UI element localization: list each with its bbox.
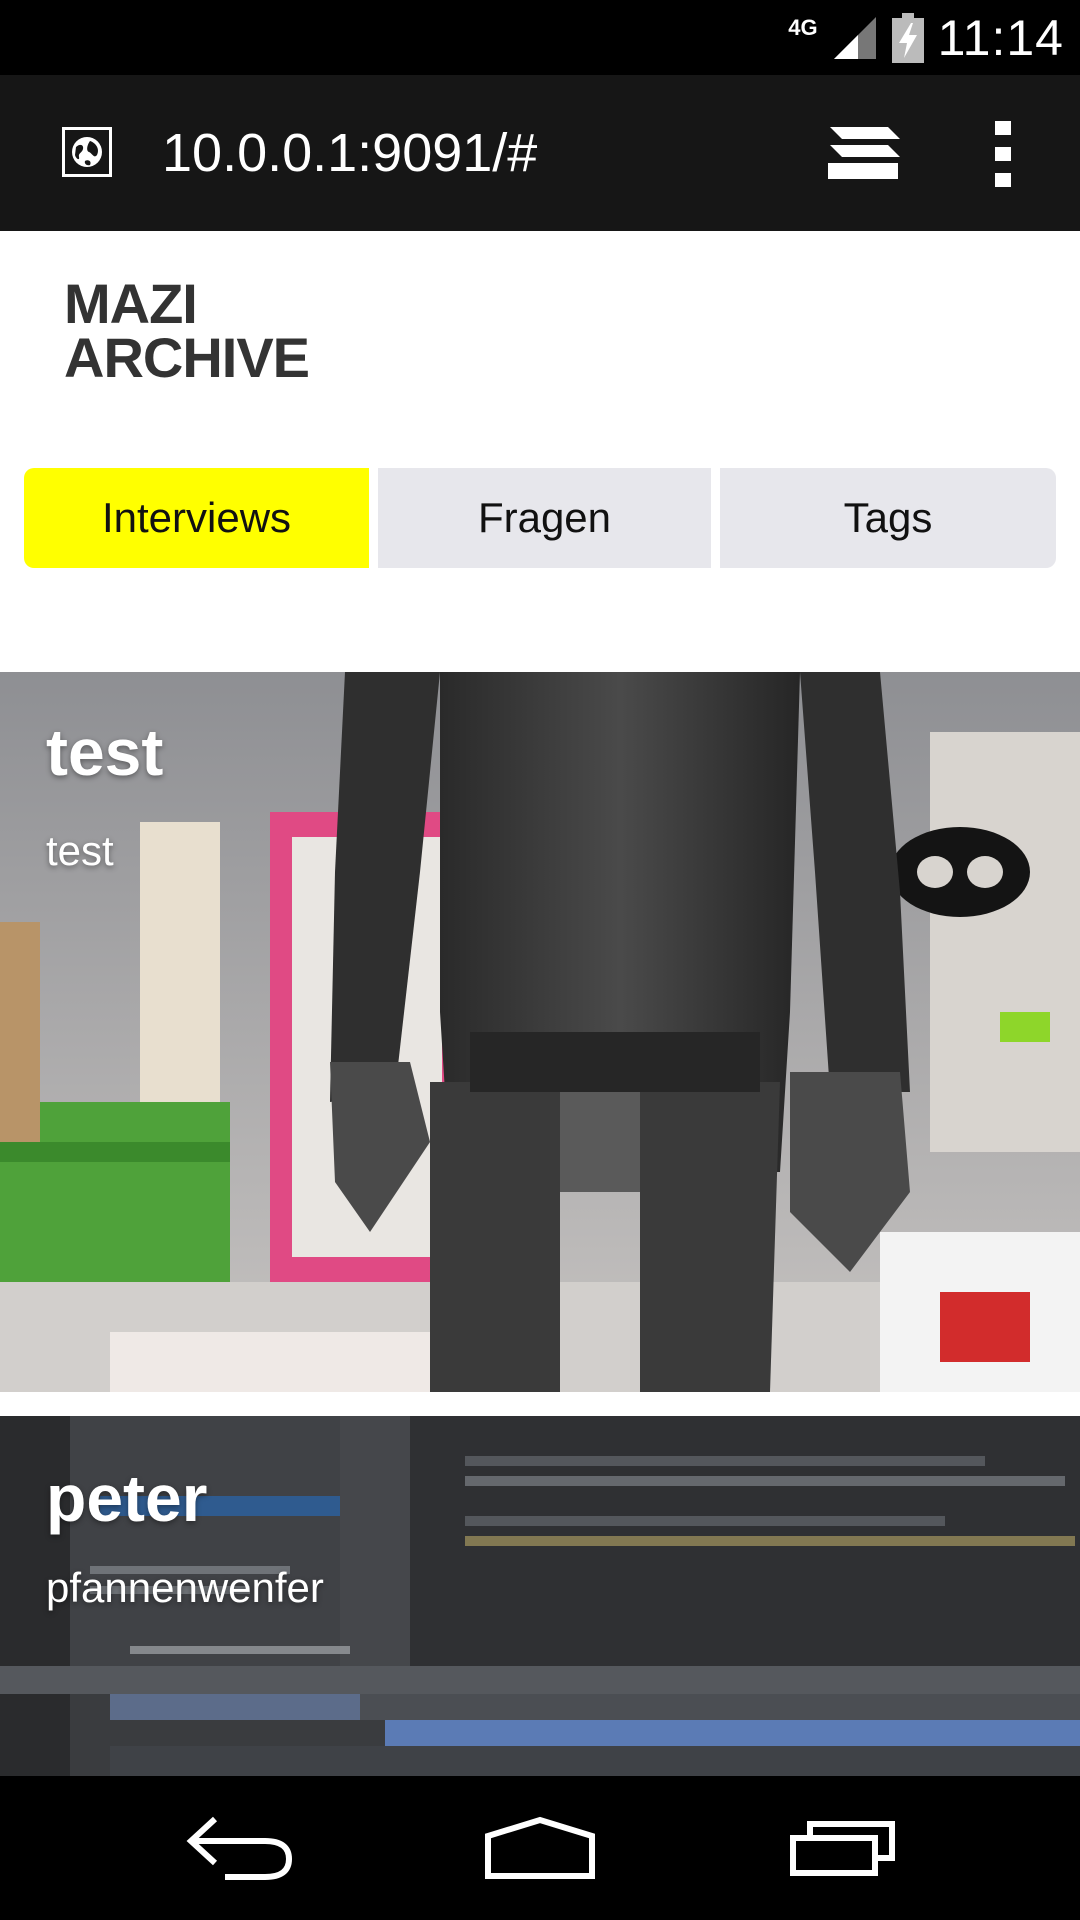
signal-icon <box>833 16 876 59</box>
home-icon[interactable] <box>440 1776 640 1920</box>
card-title: test <box>46 715 164 789</box>
overflow-menu-icon[interactable] <box>990 119 1016 189</box>
card-subtitle: test <box>46 827 114 874</box>
tab-interviews[interactable]: Interviews <box>24 468 369 568</box>
logo-line-2: ARCHIVE <box>64 326 310 389</box>
recents-icon[interactable] <box>743 1776 943 1920</box>
status-bar: 4G 11:14 <box>0 0 1080 75</box>
interview-card[interactable]: test test <box>0 672 1080 1392</box>
tab-tags[interactable]: Tags <box>720 468 1056 568</box>
battery-charging-icon <box>891 12 924 63</box>
system-nav-bar <box>0 1776 1080 1920</box>
status-icons: 4G 11:14 <box>788 0 1064 75</box>
clock: 11:14 <box>937 9 1064 66</box>
back-icon[interactable] <box>140 1776 340 1920</box>
tab-bar: Interviews Fragen Tags <box>24 468 1056 568</box>
tab-fragen[interactable]: Fragen <box>378 468 711 568</box>
card-subtitle: pfannenwenfer <box>46 1564 324 1611</box>
interview-card[interactable]: peter pfannenwenfer <box>0 1416 1080 1776</box>
network-type: 4G <box>788 14 818 40</box>
url-field[interactable]: 10.0.0.1:9091/# <box>162 75 537 231</box>
card-title: peter <box>46 1461 208 1535</box>
tabs-icon[interactable] <box>826 125 902 181</box>
site-logo[interactable]: MAZI ARCHIVE <box>64 272 310 389</box>
logo-line-1: MAZI <box>64 272 198 335</box>
globe-icon[interactable] <box>62 127 112 177</box>
browser-toolbar: 10.0.0.1:9091/# <box>0 75 1080 231</box>
